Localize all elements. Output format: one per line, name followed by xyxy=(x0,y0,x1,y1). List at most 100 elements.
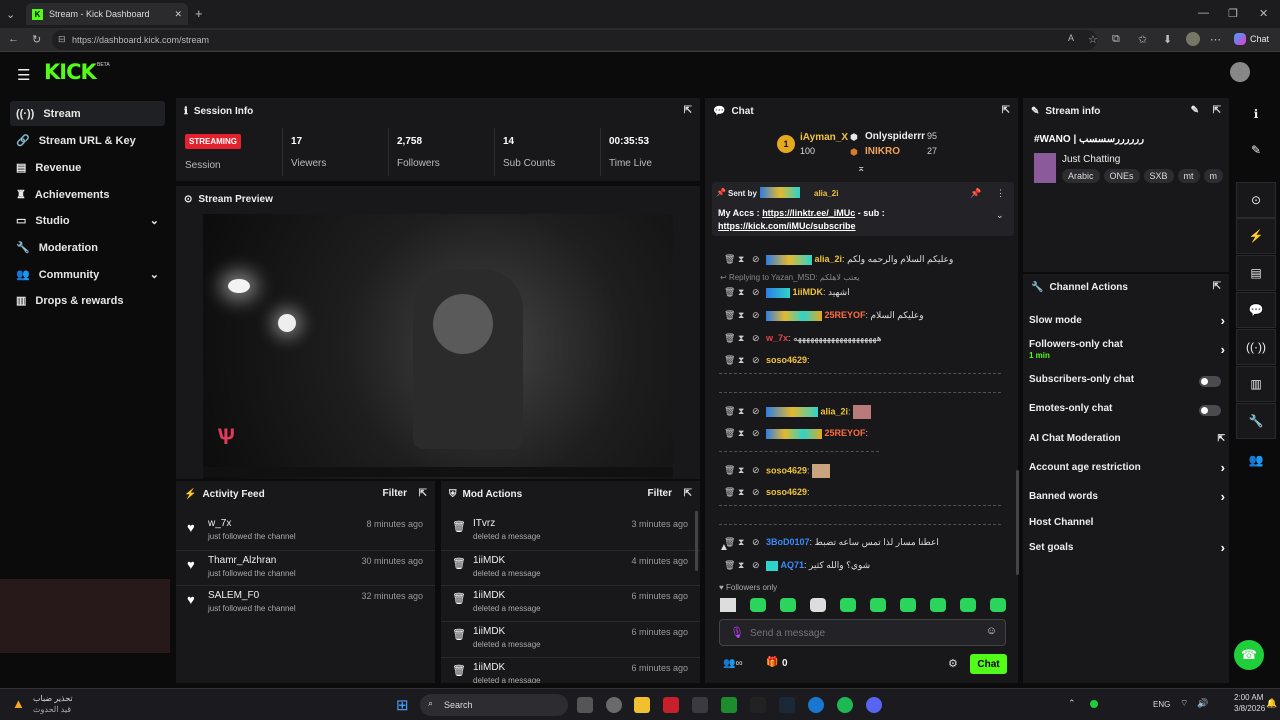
edit-pencil-icon[interactable]: ✎ xyxy=(1191,105,1199,116)
expand-chevron-icon[interactable]: ⌄ xyxy=(996,210,1004,221)
pinned-link[interactable]: https://kick.com/iMUc/subscribe xyxy=(718,221,856,231)
app-icon[interactable] xyxy=(663,697,679,713)
chat-message[interactable]: 🗑 ⧗ ⊘ 1iiMDK: اشهيد xyxy=(724,287,850,298)
chat-message[interactable]: 🗑 ⧗ ⊘ w_7x: ههههههههههههههههههههه xyxy=(724,333,881,344)
slow-mode-row[interactable]: Slow mode › xyxy=(1029,313,1225,329)
chat-message[interactable]: 🗑 ⧗ ⊘ 25REYOF: xyxy=(724,428,868,439)
edit-icon[interactable]: ✎ xyxy=(1236,132,1276,168)
pinned-author[interactable]: alia_2i xyxy=(814,189,838,198)
subscribers-only-toggle[interactable] xyxy=(1199,376,1221,387)
popout-icon[interactable]: ⇱ xyxy=(684,105,692,116)
sidebar-item-drops-rewards[interactable]: ▥ Drops & rewards xyxy=(10,288,165,313)
emote-picker-item[interactable] xyxy=(960,598,976,612)
sidebar-item-revenue[interactable]: ▤ Revenue xyxy=(10,155,165,180)
emote-picker-item[interactable] xyxy=(780,598,796,612)
chat-message[interactable]: 🗑 ⧗ ⊘ AQ71: شوي؟ والله كثير xyxy=(724,560,870,571)
broadcast-toggle-icon[interactable]: ((·)) xyxy=(1236,329,1276,365)
emote-picker-item[interactable] xyxy=(900,598,916,612)
chat-message[interactable]: 🗑 ⧗ ⊘ 25REYOF: وعليكم السلام xyxy=(724,310,924,321)
sidebar-item-community[interactable]: 👥 Community ⌄ xyxy=(10,262,165,287)
chat-message-input[interactable] xyxy=(750,625,970,641)
volume-icon[interactable]: 🔊 xyxy=(1197,698,1208,709)
favorite-star-icon[interactable]: ☆ xyxy=(1088,33,1098,46)
delete-icon[interactable]: 🗑 xyxy=(724,287,735,298)
chat-username[interactable]: soso4629 xyxy=(766,465,807,475)
delete-icon[interactable]: 🗑 xyxy=(724,355,735,366)
delete-icon[interactable]: 🗑 xyxy=(724,560,735,571)
chat-username[interactable]: w_7x xyxy=(766,333,788,343)
emote-picker-item[interactable] xyxy=(840,598,856,612)
chat-username[interactable]: 25REYOF xyxy=(825,428,866,438)
sidebar-item-achievements[interactable]: ♜ Achievements xyxy=(10,182,165,207)
store-icon[interactable] xyxy=(692,697,708,713)
chat-username[interactable]: 3BoD0107 xyxy=(766,537,810,547)
emotes-only-toggle[interactable] xyxy=(1199,405,1221,416)
timeout-icon[interactable]: ⧗ xyxy=(738,560,746,571)
emoji-icon[interactable]: ☺ xyxy=(986,625,997,637)
delete-icon[interactable]: 🗑 xyxy=(724,406,735,417)
task-view-icon[interactable] xyxy=(577,697,593,713)
weather-text[interactable]: تحذير ضباب xyxy=(33,694,73,703)
activity-toggle-icon[interactable]: ⚡ xyxy=(1236,218,1276,254)
moderator-name[interactable]: 1iiMDK xyxy=(473,626,505,637)
popout-icon[interactable]: ⇱ xyxy=(684,488,692,499)
favorites-icon[interactable]: ✩ xyxy=(1138,33,1147,46)
host-channel-row[interactable]: Host Channel xyxy=(1029,517,1225,531)
gift-icon[interactable]: 🎁 xyxy=(766,657,778,668)
follower-name[interactable]: SALEM_F0 xyxy=(208,590,259,601)
xbox-icon[interactable] xyxy=(721,697,737,713)
sidebar-item-stream-url-key[interactable]: 🔗 Stream URL & Key xyxy=(10,128,165,153)
emote-picker-item[interactable] xyxy=(750,598,766,612)
ban-icon[interactable]: ⊘ xyxy=(752,537,760,548)
clock-date[interactable]: 3/8/2026 xyxy=(1234,704,1265,713)
extensions-icon[interactable]: ⧉ xyxy=(1112,33,1120,46)
new-tab-icon[interactable]: + xyxy=(195,6,203,21)
leader-name[interactable]: Onlyspiderrr xyxy=(865,131,925,142)
banned-words-row[interactable]: Banned words › xyxy=(1029,489,1225,505)
chat-message[interactable]: 🗑 ⧗ ⊘ alia_2i: وعليكم السلام والرحمه ولكم xyxy=(724,254,953,265)
sidebar-item-moderation[interactable]: 🔧 Moderation xyxy=(10,235,165,260)
delete-icon[interactable]: 🗑 xyxy=(724,310,735,321)
delete-icon[interactable]: 🗑 xyxy=(724,428,735,439)
filter-button[interactable]: Filter xyxy=(383,488,407,499)
ban-icon[interactable]: ⊘ xyxy=(752,254,760,265)
back-icon[interactable]: ← xyxy=(8,33,19,45)
language-indicator[interactable]: ENG xyxy=(1153,700,1170,709)
collapse-leaderboard-icon[interactable]: ⌅ xyxy=(857,163,865,174)
scrollbar[interactable] xyxy=(695,511,698,571)
close-window-icon[interactable]: ✕ xyxy=(1259,7,1268,20)
chat-username[interactable]: alia_2i xyxy=(821,406,849,416)
preview-toggle-icon[interactable]: ⊙ xyxy=(1236,182,1276,218)
video-player[interactable]: Ѱ xyxy=(203,214,673,479)
wifi-icon[interactable]: ⌔ xyxy=(1180,698,1188,709)
chat-message[interactable]: 🗑 ⧗ ⊘ soso4629: xyxy=(724,487,810,498)
chat-username[interactable]: soso4629 xyxy=(766,487,807,497)
copilot-chat-button[interactable]: Chat xyxy=(1234,33,1269,45)
tag-chip[interactable]: mt xyxy=(1177,169,1200,183)
chat-message[interactable]: 🗑 ⧗ ⊘ 3BoD0107: اعطنا مسار لذا تمس ساعه تضب… xyxy=(724,537,939,548)
chat-scrollbar[interactable] xyxy=(1016,470,1019,575)
ban-icon[interactable]: ⊘ xyxy=(752,287,760,298)
follower-name[interactable]: w_7x xyxy=(208,518,231,529)
emote-picker-item[interactable] xyxy=(990,598,1006,612)
kick-logo[interactable]: KICK xyxy=(44,60,97,84)
delete-icon[interactable]: 🗑 xyxy=(724,465,735,476)
chat-toggle-icon[interactable]: 💬 xyxy=(1236,292,1276,328)
timeout-icon[interactable]: ⧗ xyxy=(738,406,746,417)
users-icon[interactable]: 👥 xyxy=(1236,442,1276,478)
tab-list-icon[interactable]: ⌄ xyxy=(6,8,15,21)
emote-picker-item[interactable] xyxy=(810,598,826,612)
followers-only-row[interactable]: Followers-only chat 1 min › xyxy=(1029,339,1225,360)
popout-icon[interactable]: ⇱ xyxy=(1213,281,1221,292)
reload-icon[interactable]: ↻ xyxy=(32,33,41,46)
browser-tab[interactable]: K Stream - Kick Dashboard ✕ xyxy=(26,3,188,25)
tray-chevron-icon[interactable]: ⌃ xyxy=(1068,698,1076,709)
tag-chip[interactable]: ONEs xyxy=(1103,169,1140,183)
delete-icon[interactable]: 🗑 xyxy=(724,487,735,498)
taskbar-search[interactable]: ⌕ Search xyxy=(420,694,568,716)
support-chat-icon[interactable]: ☎ xyxy=(1234,640,1264,670)
users-infinity-icon[interactable]: 👥∞ xyxy=(723,658,743,669)
close-tab-icon[interactable]: ✕ xyxy=(174,9,182,20)
emote-picker-item[interactable] xyxy=(930,598,946,612)
moderator-name[interactable]: 1iiMDK xyxy=(473,590,505,601)
